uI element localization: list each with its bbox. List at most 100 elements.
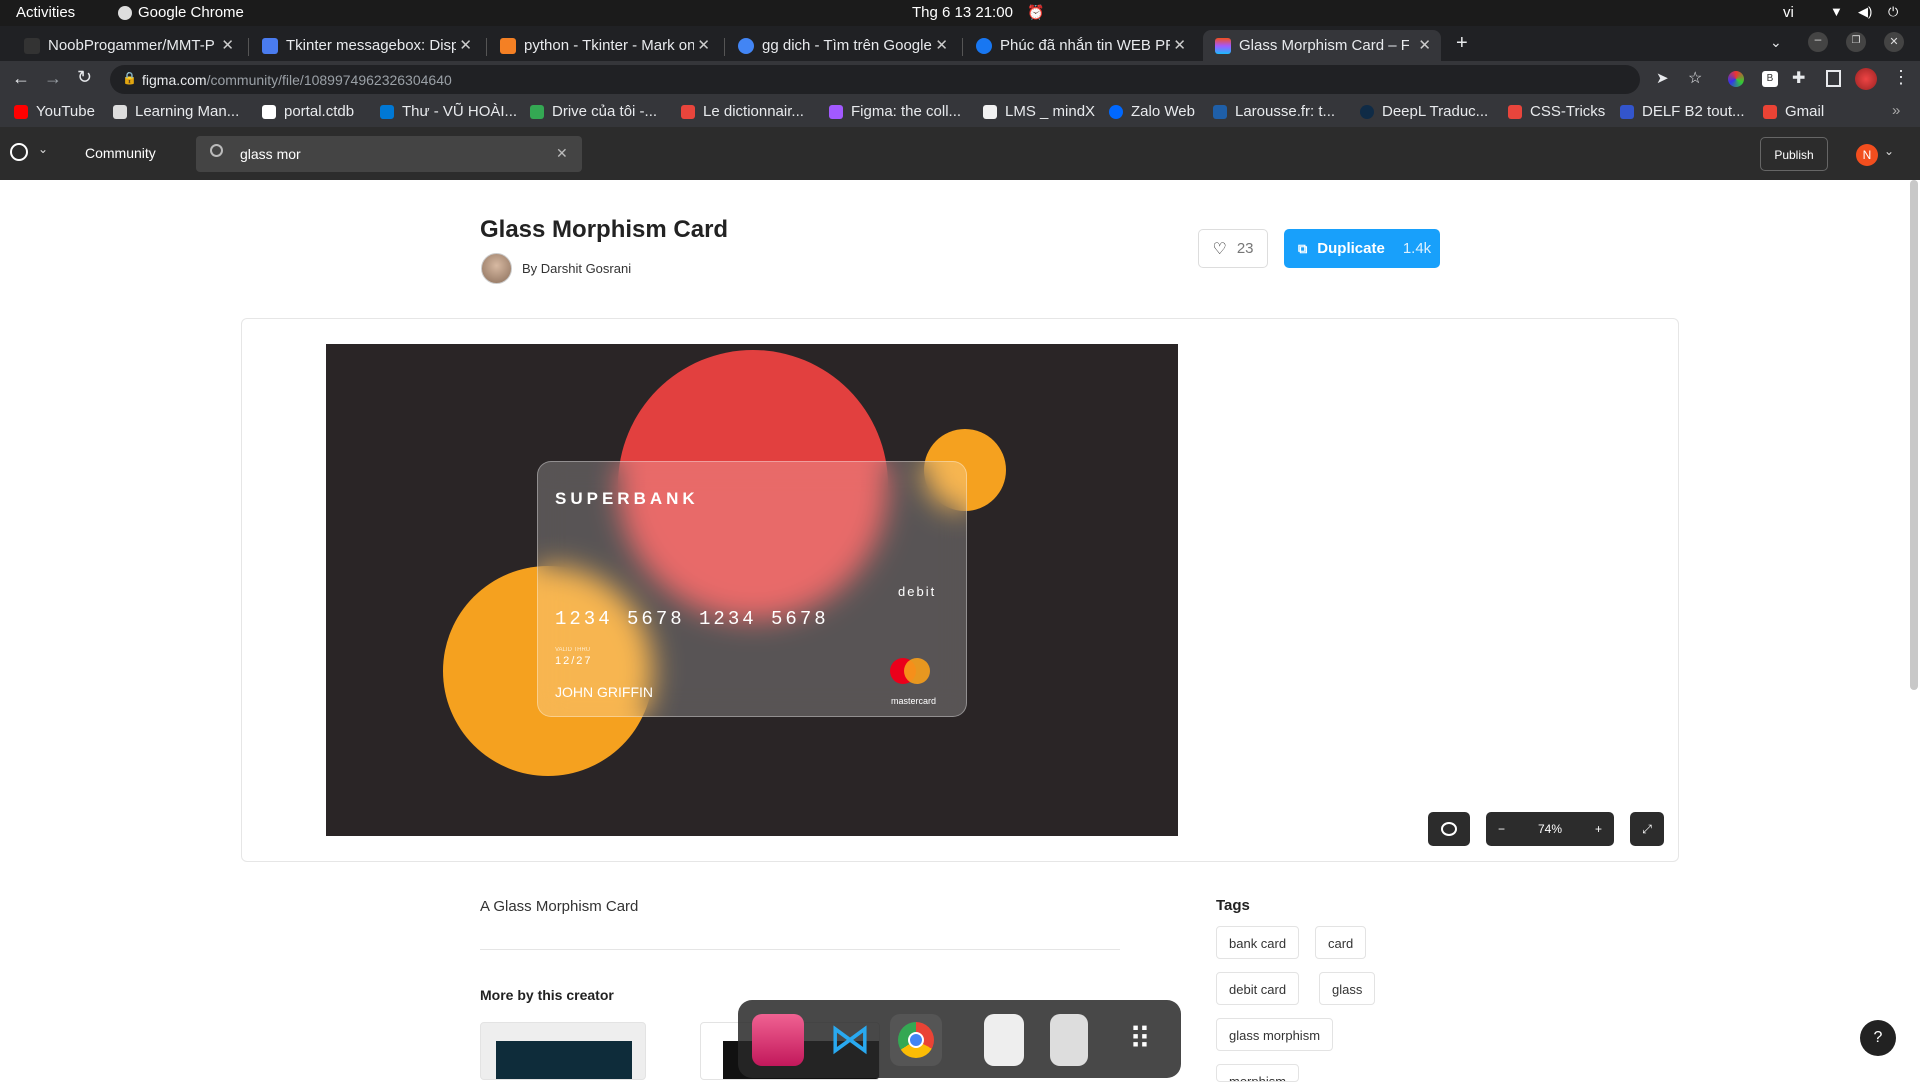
bookmark-portal[interactable]: portal.ctdb bbox=[262, 103, 354, 120]
creator-file-thumbnail[interactable] bbox=[480, 1022, 646, 1080]
close-icon[interactable]: ✕ bbox=[221, 36, 234, 54]
extension-b-icon[interactable]: B bbox=[1762, 71, 1778, 87]
bookmark-delf[interactable]: DELF B2 tout... bbox=[1620, 103, 1745, 120]
close-icon[interactable]: ✕ bbox=[935, 36, 948, 54]
close-icon[interactable]: ✕ bbox=[459, 36, 472, 54]
preview-canvas[interactable]: SUPERBANK debit 1234 5678 1234 5678 VALI… bbox=[326, 344, 1178, 836]
fullscreen-button[interactable]: ⤢ bbox=[1630, 812, 1664, 846]
bookmark-css-tricks[interactable]: CSS-Tricks bbox=[1508, 103, 1605, 120]
expiry-date: 12/27 bbox=[555, 655, 593, 667]
card-number: 1234 5678 1234 5678 bbox=[555, 608, 829, 630]
send-icon[interactable]: ➤ bbox=[1656, 69, 1669, 87]
tab-noobprogammer[interactable]: NoobProgammer/MMT-P ✕ bbox=[12, 30, 244, 61]
bookmark-outlook[interactable]: Thư - VŨ HOÀI... bbox=[380, 103, 517, 120]
bookmark-learning[interactable]: Learning Man... bbox=[113, 103, 239, 120]
figma-icon bbox=[1215, 37, 1231, 54]
author-link[interactable]: By Darshit Gosrani bbox=[522, 261, 631, 276]
divider bbox=[480, 949, 1120, 950]
scrollbar[interactable] bbox=[1910, 180, 1918, 690]
sidepanel-icon[interactable] bbox=[1826, 70, 1841, 87]
clock[interactable]: Thg 6 13 21:00 bbox=[912, 4, 1013, 21]
tag-card[interactable]: card bbox=[1315, 926, 1367, 959]
app-grid-icon[interactable]: ⠿ bbox=[1114, 1014, 1166, 1066]
app-name[interactable]: Google Chrome bbox=[138, 4, 244, 21]
tab-facebook[interactable]: Phúc đã nhắn tin WEB PR ✕ bbox=[964, 30, 1196, 61]
zoom-in-button[interactable]: + bbox=[1595, 822, 1602, 836]
text-editor-icon[interactable] bbox=[984, 1014, 1024, 1066]
restore-button[interactable]: ❐ bbox=[1846, 32, 1866, 52]
extension-icon[interactable] bbox=[1728, 71, 1744, 87]
more-bookmarks-icon[interactable]: » bbox=[1892, 102, 1900, 119]
zalo-icon bbox=[1109, 104, 1123, 119]
files-icon[interactable] bbox=[752, 1014, 804, 1066]
tag-glass-morphism[interactable]: glass morphism bbox=[1216, 1018, 1334, 1051]
tag-morphism[interactable]: morphism bbox=[1216, 1064, 1300, 1082]
bookmark-deepl[interactable]: DeepL Traduc... bbox=[1360, 103, 1488, 120]
bookmark-zalo[interactable]: Zalo Web bbox=[1109, 103, 1195, 120]
forward-button[interactable]: → bbox=[44, 68, 62, 89]
tag-debit-card[interactable]: debit card bbox=[1216, 972, 1300, 1005]
close-icon[interactable]: ✕ bbox=[697, 36, 710, 54]
back-button[interactable]: ← bbox=[12, 68, 30, 89]
vscode-icon[interactable]: ⋈ bbox=[824, 1014, 876, 1066]
duplicate-button[interactable]: ⧉ Duplicate 1.4k bbox=[1284, 229, 1440, 268]
zoom-out-button[interactable]: − bbox=[1498, 822, 1505, 836]
page-icon bbox=[262, 37, 278, 54]
wifi-icon[interactable]: ▼ bbox=[1830, 4, 1843, 19]
zoom-level[interactable]: 74% bbox=[1538, 822, 1562, 836]
menu-icon[interactable]: ⋮ bbox=[1892, 67, 1910, 88]
search-input[interactable]: glass mor ✕ bbox=[196, 136, 582, 172]
bookmark-lms[interactable]: LMS _ mindX bbox=[983, 103, 1095, 120]
star-icon[interactable]: ☆ bbox=[1688, 68, 1702, 88]
thumbnail-image bbox=[496, 1041, 632, 1079]
publish-button[interactable]: Publish bbox=[1760, 137, 1828, 171]
user-avatar[interactable]: N bbox=[1856, 144, 1878, 166]
bookmark-gmail[interactable]: Gmail bbox=[1763, 103, 1824, 120]
like-button[interactable]: ♡ 23 bbox=[1198, 229, 1268, 268]
figma-header: ⌄ Community glass mor ✕ Publish N ⌄ bbox=[0, 127, 1920, 180]
bookmark-youtube[interactable]: YouTube bbox=[14, 103, 95, 120]
globe-icon[interactable] bbox=[10, 143, 28, 161]
address-input[interactable]: 🔒 figma.com/community/file/1089974962326… bbox=[110, 65, 1640, 94]
mastercard-icon bbox=[890, 658, 930, 698]
tab-tkinter-messagebox[interactable]: Tkinter messagebox: Disp ✕ bbox=[250, 30, 482, 61]
volume-icon[interactable]: ◀) bbox=[1858, 4, 1872, 20]
tab-search-icon[interactable]: ⌄ bbox=[1770, 34, 1782, 51]
trash-icon[interactable] bbox=[1050, 1014, 1088, 1066]
close-icon[interactable]: ✕ bbox=[1173, 36, 1186, 54]
comment-button[interactable] bbox=[1428, 812, 1470, 846]
author-avatar[interactable] bbox=[481, 253, 512, 284]
bookmark-drive[interactable]: Drive của tôi -... bbox=[530, 103, 657, 120]
zoom-control: − 74% + bbox=[1486, 812, 1614, 846]
new-tab-button[interactable]: + bbox=[1456, 32, 1468, 55]
chevron-down-icon[interactable]: ⌄ bbox=[1884, 144, 1894, 158]
community-link[interactable]: Community bbox=[85, 145, 156, 161]
power-icon[interactable]: ⏻ bbox=[1888, 4, 1898, 20]
system-top-bar: Activities Google Chrome Thg 6 13 21:00 … bbox=[0, 0, 1920, 26]
tab-google-search[interactable]: gg dich - Tìm trên Google ✕ bbox=[726, 30, 958, 61]
tag-glass[interactable]: glass bbox=[1319, 972, 1376, 1005]
bookmark-larousse[interactable]: Larousse.fr: t... bbox=[1213, 103, 1335, 120]
close-icon[interactable]: ✕ bbox=[1418, 36, 1431, 54]
drive-icon bbox=[530, 104, 544, 119]
reload-button[interactable]: ↻ bbox=[77, 67, 92, 88]
more-by-creator-heading: More by this creator bbox=[480, 987, 614, 1003]
chrome-dock-button[interactable] bbox=[890, 1014, 942, 1066]
tab-figma-active[interactable]: Glass Morphism Card – Fig ✕ bbox=[1203, 30, 1441, 61]
tab-stackoverflow[interactable]: python - Tkinter - Mark on ✕ bbox=[488, 30, 720, 61]
puzzle-icon[interactable]: ✚ bbox=[1792, 68, 1805, 88]
css-tricks-icon bbox=[1508, 104, 1522, 119]
profile-avatar[interactable] bbox=[1855, 68, 1877, 90]
language-indicator[interactable]: vi bbox=[1783, 4, 1794, 21]
page-title: Glass Morphism Card bbox=[480, 216, 729, 243]
close-window-button[interactable]: ✕ bbox=[1884, 32, 1904, 52]
bookmark-dictionnaire[interactable]: Le dictionnair... bbox=[681, 103, 804, 120]
minimize-button[interactable]: – bbox=[1808, 32, 1828, 52]
tag-bank-card[interactable]: bank card bbox=[1216, 926, 1300, 959]
clear-icon[interactable]: ✕ bbox=[556, 145, 568, 162]
lock-icon: 🔒 bbox=[122, 71, 137, 85]
bookmark-figma[interactable]: Figma: the coll... bbox=[829, 103, 961, 120]
chevron-down-icon[interactable]: ⌄ bbox=[38, 142, 48, 156]
activities-button[interactable]: Activities bbox=[16, 4, 75, 21]
help-button[interactable]: ? bbox=[1860, 1020, 1896, 1056]
